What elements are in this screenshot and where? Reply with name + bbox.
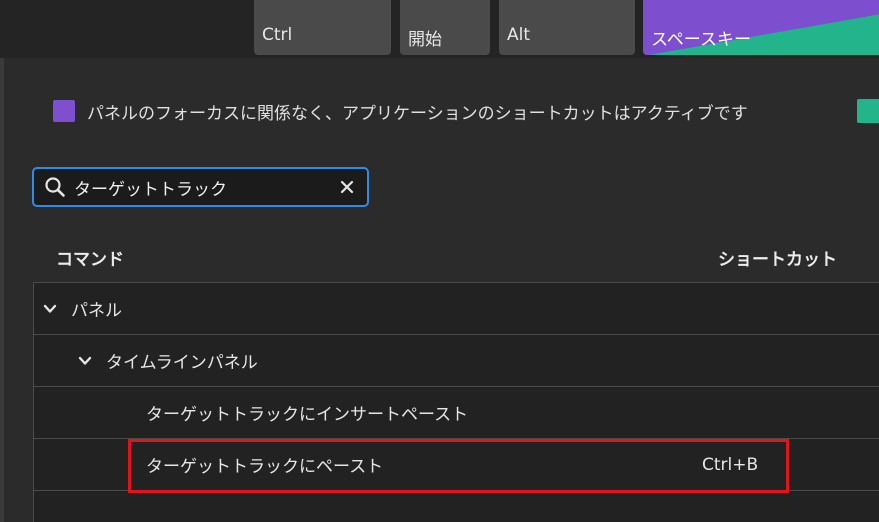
shortcut-value[interactable]: Ctrl+B bbox=[702, 455, 758, 475]
left-edge-strip bbox=[0, 0, 4, 522]
tree-row-label: タイムラインパネル bbox=[106, 353, 258, 373]
search-input[interactable] bbox=[74, 173, 339, 201]
legend-swatch-purple bbox=[53, 100, 75, 122]
keyboard-shortcuts-dialog: Ctrl 開始 Alt スペースキー パネルのフォーカスに関係なく、アプリケーシ… bbox=[0, 0, 879, 522]
tree-row-insert-paste-target-track[interactable]: ターゲットトラックにインサートペースト bbox=[34, 387, 879, 439]
legend-swatch-green bbox=[857, 99, 879, 123]
column-header-command[interactable]: コマンド bbox=[56, 245, 124, 270]
key-start[interactable]: 開始 bbox=[400, 0, 490, 55]
key-space[interactable]: スペースキー bbox=[643, 0, 879, 55]
search-box[interactable] bbox=[32, 167, 369, 207]
tree-row-timeline-panel[interactable]: タイムラインパネル bbox=[34, 335, 879, 387]
keyboard-layout: Ctrl 開始 Alt スペースキー bbox=[0, 0, 879, 58]
key-alt-label: Alt bbox=[507, 25, 531, 45]
tree-row-paste-target-track[interactable]: ターゲットトラックにペースト Ctrl+B bbox=[34, 439, 879, 491]
tree-row-label: パネル bbox=[71, 301, 122, 321]
chevron-down-icon[interactable] bbox=[43, 302, 57, 316]
legend-application-shortcuts: パネルのフォーカスに関係なく、アプリケーションのショートカットはアクティブです bbox=[53, 99, 748, 124]
tree-row-label: ターゲットトラックにインサートペースト bbox=[146, 405, 469, 425]
key-ctrl-label: Ctrl bbox=[262, 25, 293, 45]
chevron-down-icon[interactable] bbox=[78, 354, 92, 368]
key-alt[interactable]: Alt bbox=[499, 0, 635, 55]
key-ctrl[interactable]: Ctrl bbox=[254, 0, 391, 55]
close-icon[interactable] bbox=[339, 179, 355, 195]
column-header-shortcut[interactable]: ショートカット bbox=[718, 245, 837, 270]
key-space-label: スペースキー bbox=[651, 30, 751, 50]
search-icon bbox=[45, 177, 65, 197]
tree-row-panel[interactable]: パネル bbox=[34, 283, 879, 335]
tree-row-label: ターゲットトラックにペースト bbox=[146, 457, 384, 477]
command-tree: パネル タイムラインパネル ターゲットトラックにインサートペースト ターゲットト… bbox=[33, 282, 879, 522]
legend-text: パネルのフォーカスに関係なく、アプリケーションのショートカットはアクティブです bbox=[87, 103, 748, 124]
key-start-label: 開始 bbox=[408, 30, 442, 50]
